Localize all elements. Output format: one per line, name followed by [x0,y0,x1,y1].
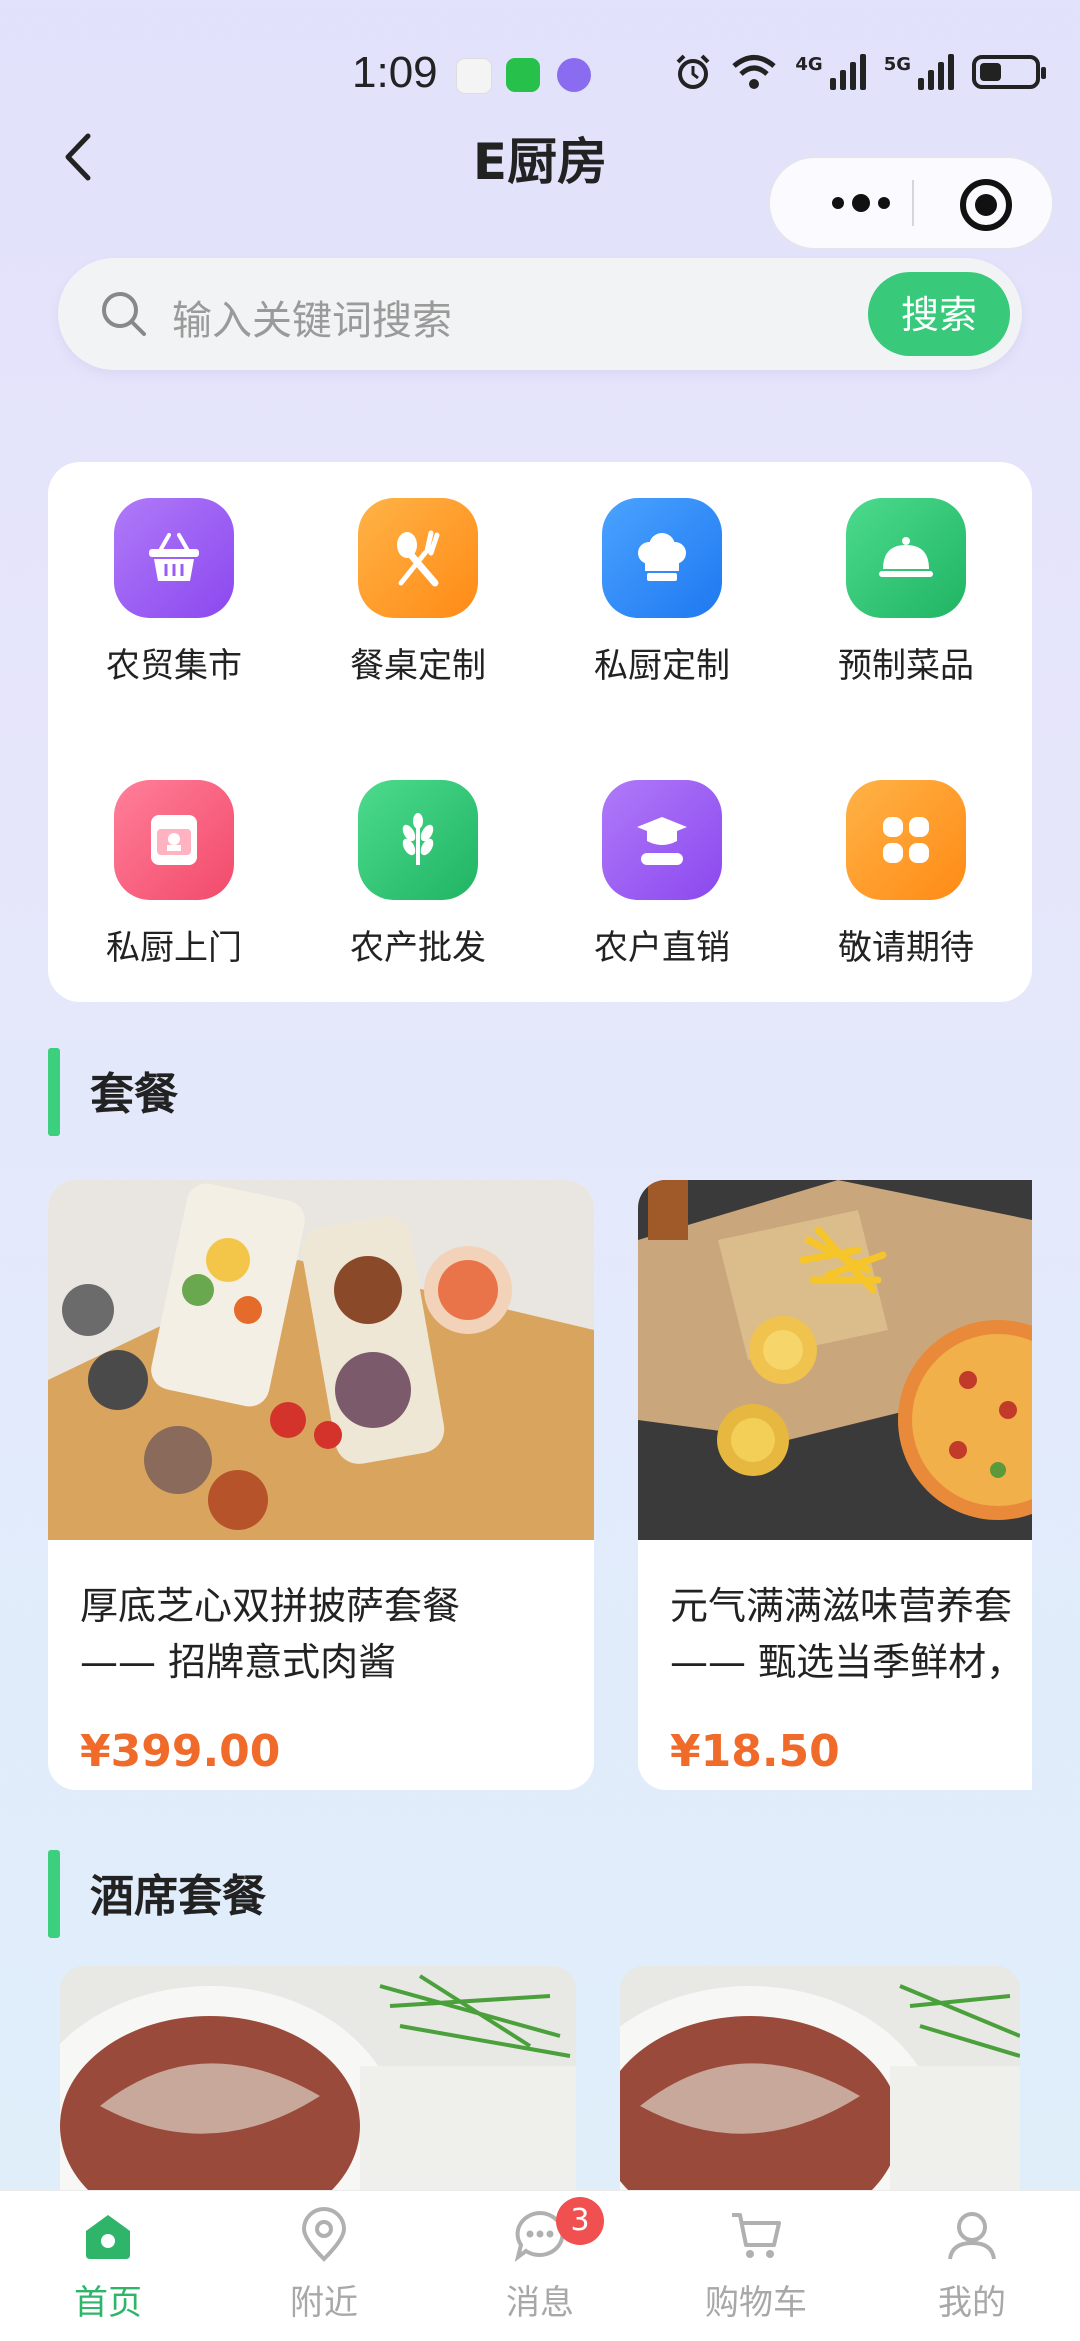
location-pin-icon [301,2207,347,2262]
section-accent-bar [48,1850,60,1938]
unread-badge: 3 [556,2197,604,2245]
capsule-divider [912,180,914,226]
bottom-tab-bar: 首页 附近 3 消息 购物车 我的 [0,2190,1080,2341]
search-icon [102,292,146,336]
category-chef-home-visit[interactable]: 私厨上门 [54,780,294,969]
cart-icon [732,2213,781,2258]
category-label: 农产批发 [350,928,486,968]
category-table-custom[interactable]: 餐桌定制 [298,498,538,687]
basket-icon [114,498,234,618]
category-private-chef-custom[interactable]: 私厨定制 [542,498,782,687]
section-accent-bar [48,1048,60,1136]
wifi-icon [732,55,776,89]
tab-profile[interactable]: 我的 [864,2191,1080,2341]
product-image [48,1180,594,1540]
tab-label: 附近 [290,2283,358,2323]
product-card[interactable]: 厚底芝心双拼披萨套餐 —— 招牌意式肉酱 ¥399.00 [48,1180,594,1790]
product-price: ¥399.00 [80,1726,281,1777]
tab-cart[interactable]: 购物车 [648,2191,864,2341]
search-button[interactable]: 搜索 [868,272,1010,356]
tab-nearby[interactable]: 附近 [216,2191,432,2341]
grid-icon [846,780,966,900]
browser-app-icon [557,58,591,92]
category-label: 私厨定制 [594,646,730,686]
huawei-app-icon [456,58,492,94]
product-name: 元气满满滋味营养套 —— 甄选当季鲜材， [670,1578,1032,1690]
search-bar[interactable]: 输入关键词搜索 搜索 [58,258,1022,370]
alarm-icon [676,54,710,89]
product-name: 厚底芝心双拼披萨套餐 —— 招牌意式肉酱 [80,1578,594,1690]
wheat-icon [358,780,478,900]
more-options-button[interactable] [808,158,914,248]
product-image [638,1180,1032,1540]
tab-label: 首页 [74,2283,142,2323]
signal-5g-icon: 5G [884,54,954,90]
status-time: 1:09 [352,48,438,97]
product-price: ¥18.50 [670,1726,840,1777]
tab-messages[interactable]: 3 消息 [432,2191,648,2341]
category-farm-wholesale[interactable]: 农产批发 [298,780,538,969]
close-miniprogram-button[interactable] [960,179,1012,231]
iqiyi-app-icon [506,58,540,92]
battery-level [980,63,1001,81]
search-input[interactable]: 输入关键词搜索 [172,288,452,346]
category-label: 农户直销 [594,928,730,968]
tab-label: 购物车 [705,2283,807,2323]
category-label: 私厨上门 [106,928,242,968]
section-title: 酒席套餐 [90,1871,266,1922]
signal-4g-icon: 4G [795,54,866,90]
miniprogram-capsule [768,156,1054,250]
network-5g-label: 5G [883,54,911,75]
home-icon [86,2215,130,2259]
product-name-line: 元气满满滋味营养套 [670,1584,1013,1628]
product-card[interactable]: 元气满满滋味营养套 —— 甄选当季鲜材， ¥18.50 [638,1180,1032,1790]
category-prepared-dishes[interactable]: 预制菜品 [786,498,1026,687]
product-name-line: 厚底芝心双拼披萨套餐 [80,1584,461,1628]
category-farm-market[interactable]: 农贸集市 [54,498,294,687]
user-icon [948,2212,996,2260]
battery-icon [972,55,1046,89]
category-coming-soon[interactable]: 敬请期待 [786,780,1026,969]
product-subtitle-line: —— 甄选当季鲜材， [670,1640,1025,1684]
product-subtitle-line: —— 招牌意式肉酱 [80,1640,397,1684]
category-grid: 农贸集市 餐桌定制 私厨定制 预制菜品 私厨上门 农产批发 农户直销 敬请期待 [48,462,1032,1002]
category-label: 农贸集市 [106,646,242,686]
category-farmer-direct[interactable]: 农户直销 [542,780,782,969]
category-label: 餐桌定制 [350,646,486,686]
network-4g-label: 4G [795,54,823,75]
farmer-icon [602,780,722,900]
tab-home[interactable]: 首页 [0,2191,216,2341]
tab-label: 我的 [938,2283,1006,2323]
status-indicators: 4G 5G [673,52,1046,92]
food-cloche-icon [846,498,966,618]
category-label: 预制菜品 [838,646,974,686]
oven-icon [114,780,234,900]
category-label: 敬请期待 [838,928,974,968]
spoon-fork-icon [358,498,478,618]
tab-label: 消息 [506,2283,574,2323]
chef-hat-icon [602,498,722,618]
section-title: 套餐 [90,1069,178,1120]
